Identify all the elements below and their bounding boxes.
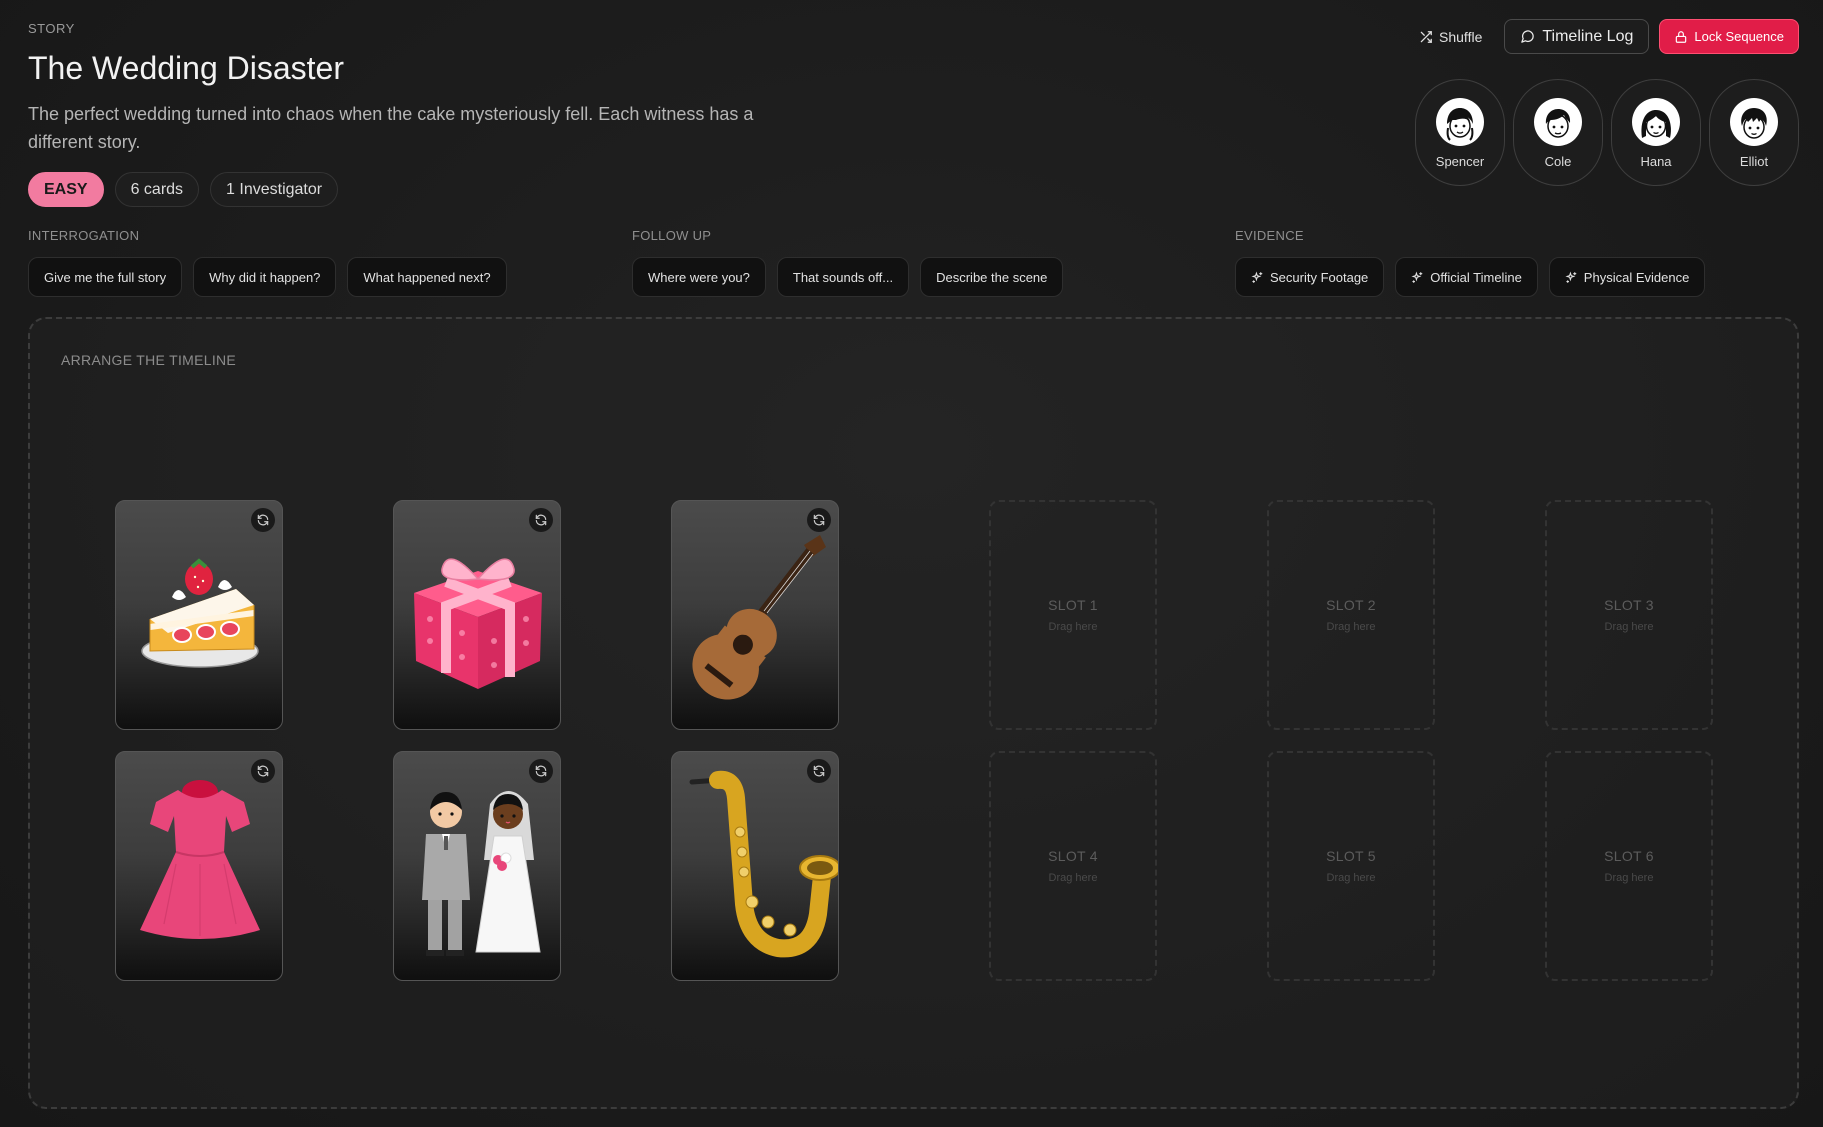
investigator-count-badge: 1 Investigator xyxy=(210,172,339,207)
evidence-label: Security Footage xyxy=(1270,269,1369,285)
card-count-badge: 6 cards xyxy=(114,172,200,207)
story-card-dress[interactable] xyxy=(115,751,283,981)
refresh-icon xyxy=(813,765,825,777)
group-label: FOLLOW UP xyxy=(632,228,712,243)
lock-sequence-label: Lock Sequence xyxy=(1694,29,1784,44)
timeline-slot-4[interactable]: SLOT 4 Drag here xyxy=(989,751,1157,981)
interrogation-group: INTERROGATION Give me the full story Why… xyxy=(28,228,507,297)
refresh-icon xyxy=(813,514,825,526)
chat-bubble-icon xyxy=(1521,30,1535,43)
game-page: STORY The Wedding Disaster The perfect w… xyxy=(0,0,1823,1127)
character-hana[interactable]: Hana xyxy=(1611,79,1701,186)
top-actions: Shuffle Timeline Log Lock Sequence xyxy=(1407,19,1799,54)
slot-hint: Drag here xyxy=(1048,872,1098,884)
group-label: EVIDENCE xyxy=(1235,228,1304,243)
slot-label: SLOT 5 xyxy=(1326,848,1376,864)
evidence-button-physical-evidence[interactable]: Physical Evidence xyxy=(1548,257,1706,297)
saxophone-icon xyxy=(689,770,838,958)
character-name: Cole xyxy=(1544,154,1572,169)
slot-label: SLOT 4 xyxy=(1048,848,1098,864)
flip-card-button[interactable] xyxy=(251,759,275,783)
question-button[interactable]: That sounds off... xyxy=(776,257,910,297)
evidence-label: Official Timeline xyxy=(1430,269,1522,285)
slot-hint: Drag here xyxy=(1048,621,1098,633)
story-card-saxophone[interactable] xyxy=(671,751,839,981)
story-card-guitar[interactable] xyxy=(671,500,839,730)
refresh-icon xyxy=(535,765,547,777)
avatar xyxy=(1730,98,1778,146)
shuffle-label: Shuffle xyxy=(1439,28,1483,45)
cake-slice-icon xyxy=(141,558,259,668)
question-button[interactable]: Give me the full story xyxy=(28,257,183,297)
avatar xyxy=(1632,98,1680,146)
lock-icon xyxy=(1676,30,1687,43)
avatar xyxy=(1534,98,1582,146)
timeline-log-label: Timeline Log xyxy=(1542,27,1634,45)
shuffle-icon xyxy=(1420,30,1432,43)
story-card-cake[interactable] xyxy=(115,500,283,730)
flip-card-button[interactable] xyxy=(529,759,553,783)
slot-hint: Drag here xyxy=(1326,621,1376,633)
question-button[interactable]: Why did it happen? xyxy=(193,257,337,297)
flip-card-button[interactable] xyxy=(529,508,553,532)
character-name: Elliot xyxy=(1739,154,1769,169)
evidence-button-security-footage[interactable]: Security Footage xyxy=(1235,257,1385,297)
timeline-board: ARRANGE THE TIMELINE SLOT 1 Drag here SL… xyxy=(28,317,1799,1109)
question-button[interactable]: Where were you? xyxy=(632,257,766,297)
lock-sequence-button[interactable]: Lock Sequence xyxy=(1659,19,1799,54)
slot-hint: Drag here xyxy=(1604,621,1654,633)
character-name: Hana xyxy=(1640,154,1672,169)
question-button[interactable]: What happened next? xyxy=(347,257,507,297)
slot-hint: Drag here xyxy=(1326,872,1376,884)
character-cole[interactable]: Cole xyxy=(1513,79,1603,186)
flip-card-button[interactable] xyxy=(251,508,275,532)
flip-card-button[interactable] xyxy=(807,759,831,783)
story-title: The Wedding Disaster xyxy=(28,50,344,86)
story-card-couple[interactable] xyxy=(393,751,561,981)
sparkle-icon xyxy=(1565,270,1577,283)
gift-box-icon xyxy=(414,558,542,689)
flip-card-button[interactable] xyxy=(807,508,831,532)
acoustic-guitar-icon xyxy=(692,535,826,700)
refresh-icon xyxy=(257,514,269,526)
avatar xyxy=(1436,98,1484,146)
timeline-slot-1[interactable]: SLOT 1 Drag here xyxy=(989,500,1157,730)
shuffle-button[interactable]: Shuffle xyxy=(1407,20,1494,54)
character-name: Spencer xyxy=(1435,154,1485,169)
sparkle-icon xyxy=(1251,270,1263,283)
evidence-button-official-timeline[interactable]: Official Timeline xyxy=(1395,257,1538,297)
character-list: Spencer Cole Hana Elliot xyxy=(1415,79,1799,186)
slot-label: SLOT 6 xyxy=(1604,848,1654,864)
question-button[interactable]: Describe the scene xyxy=(920,257,1064,297)
board-label: ARRANGE THE TIMELINE xyxy=(61,352,237,368)
timeline-slot-5[interactable]: SLOT 5 Drag here xyxy=(1267,751,1435,981)
timeline-slot-3[interactable]: SLOT 3 Drag here xyxy=(1545,500,1713,730)
slot-label: SLOT 3 xyxy=(1604,597,1654,613)
slot-label: SLOT 1 xyxy=(1048,597,1098,613)
refresh-icon xyxy=(257,765,269,777)
difficulty-badge: EASY xyxy=(28,172,104,207)
slot-hint: Drag here xyxy=(1604,872,1654,884)
evidence-label: Physical Evidence xyxy=(1583,269,1690,285)
wedding-couple-icon xyxy=(422,791,541,956)
refresh-icon xyxy=(535,514,547,526)
story-card-gift[interactable] xyxy=(393,500,561,730)
pink-dress-icon xyxy=(140,780,260,939)
character-elliot[interactable]: Elliot xyxy=(1709,79,1799,186)
story-tags: EASY 6 cards 1 Investigator xyxy=(28,172,339,207)
sparkle-icon xyxy=(1411,270,1423,283)
timeline-slot-6[interactable]: SLOT 6 Drag here xyxy=(1545,751,1713,981)
character-spencer[interactable]: Spencer xyxy=(1415,79,1505,186)
evidence-group: EVIDENCE Security Footage Official Timel… xyxy=(1235,228,1706,297)
timeline-log-button[interactable]: Timeline Log xyxy=(1504,19,1650,54)
story-label: STORY xyxy=(28,21,75,36)
timeline-slot-2[interactable]: SLOT 2 Drag here xyxy=(1267,500,1435,730)
group-label: INTERROGATION xyxy=(28,228,140,243)
follow-up-group: FOLLOW UP Where were you? That sounds of… xyxy=(632,228,1064,297)
story-description: The perfect wedding turned into chaos wh… xyxy=(28,104,754,152)
slot-label: SLOT 2 xyxy=(1326,597,1376,613)
